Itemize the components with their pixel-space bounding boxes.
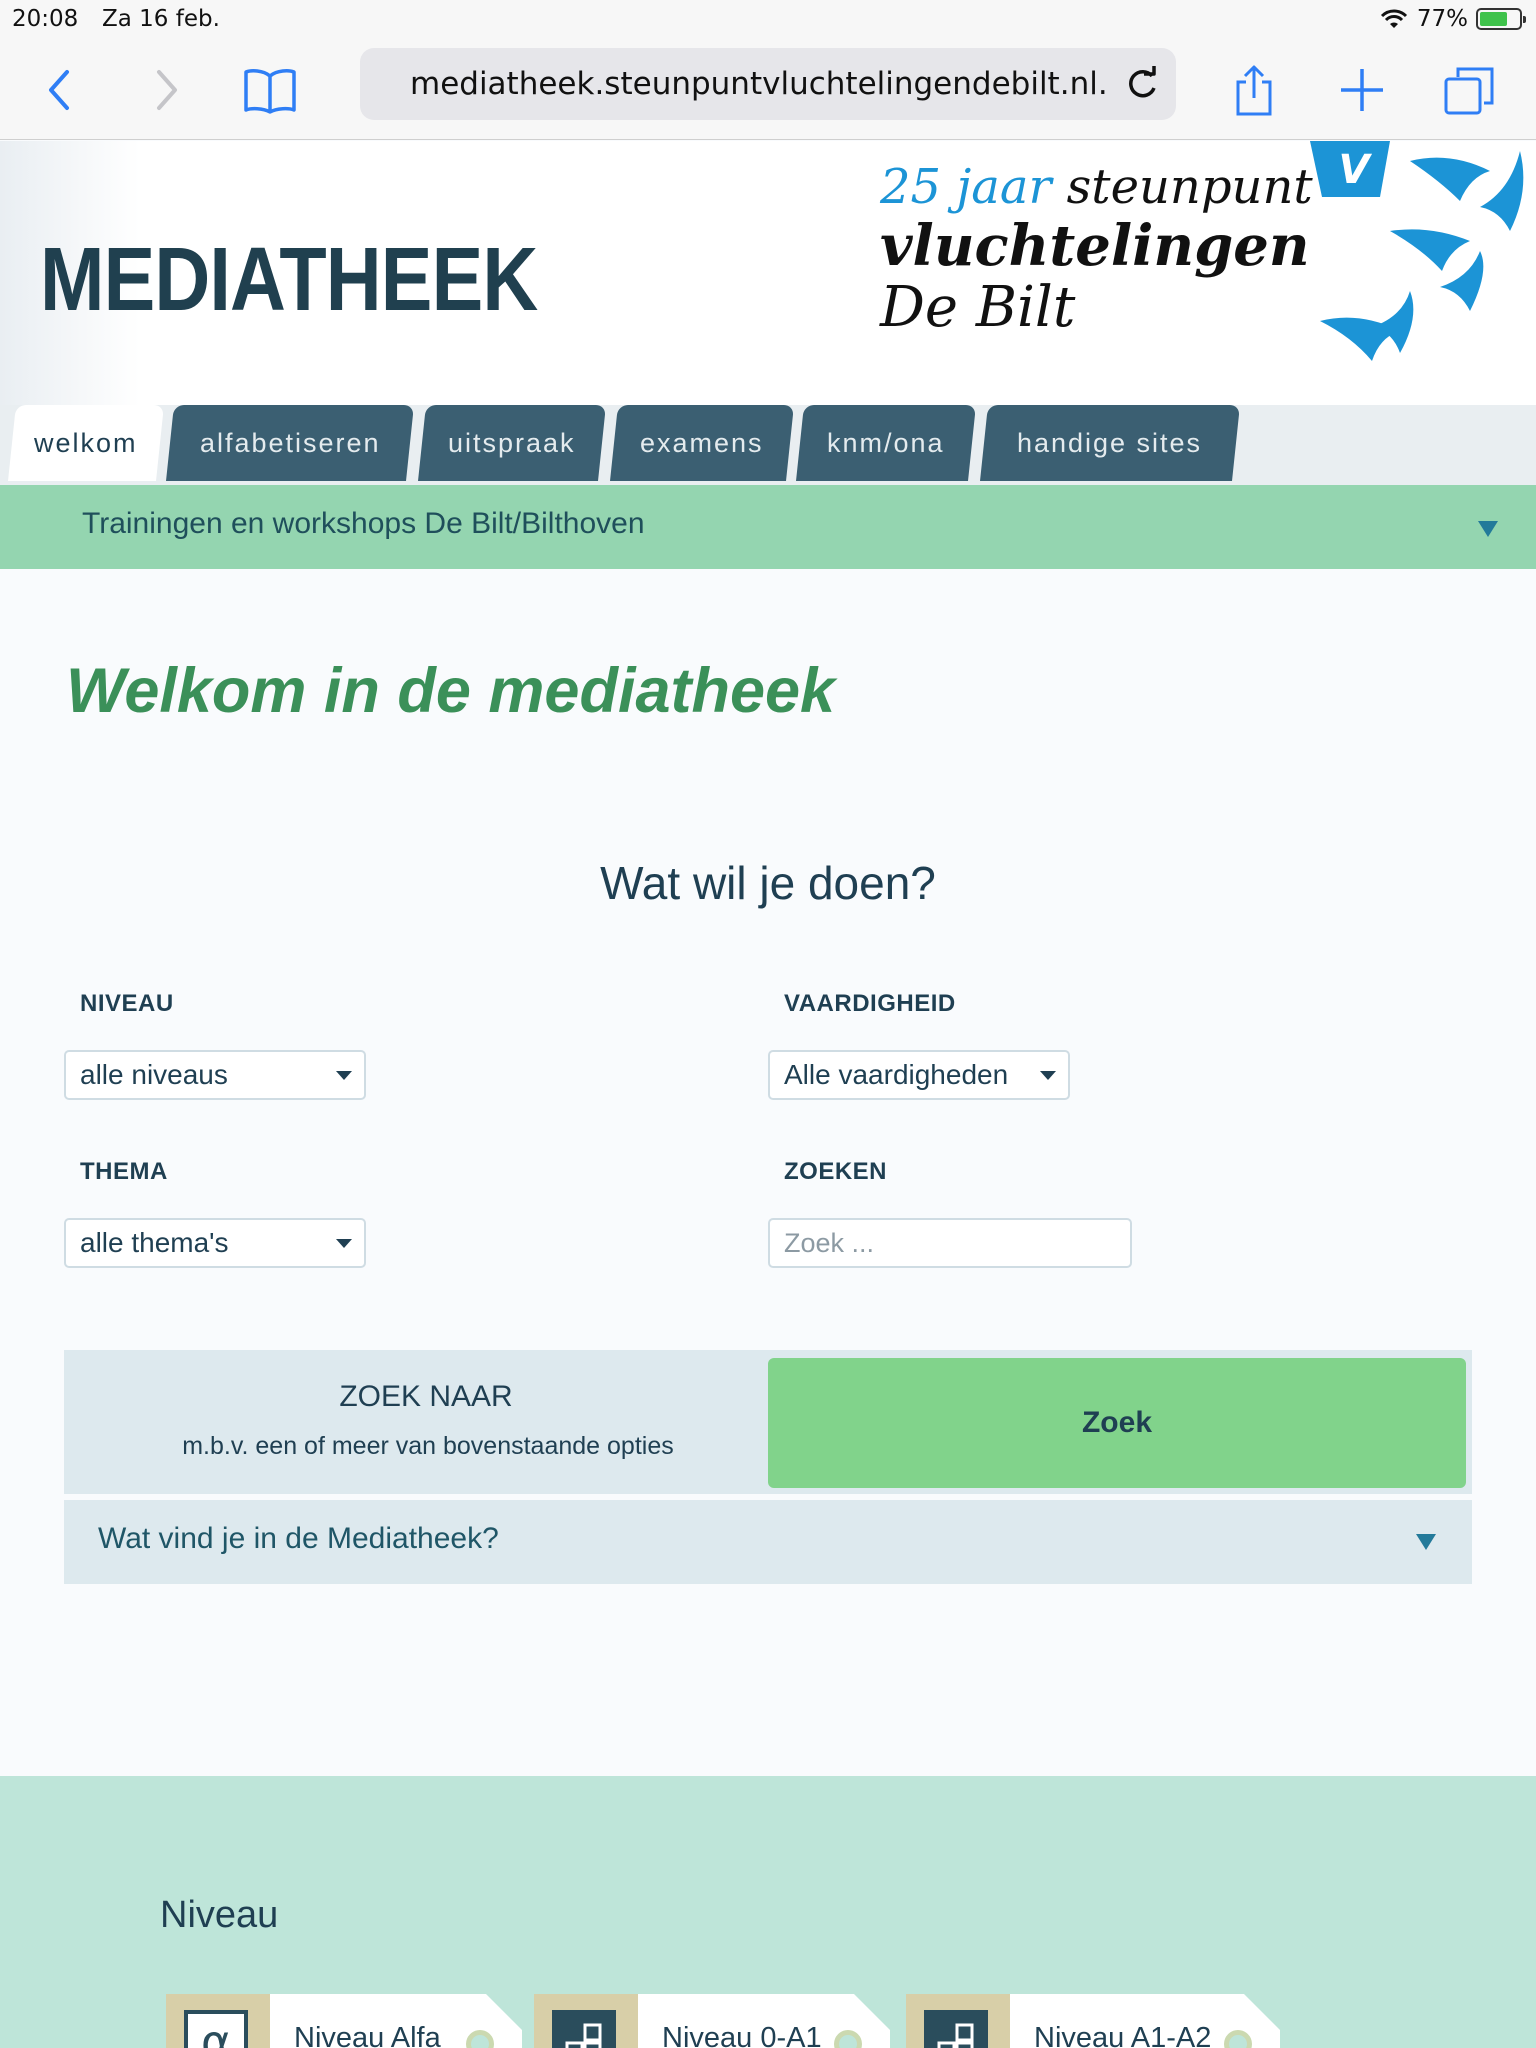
status-bar: 20:08 Za 16 feb. 77% — [0, 0, 1536, 40]
caret-down-icon — [336, 1239, 352, 1248]
niveau-section-title: Niveau — [160, 1894, 279, 1936]
niveau-card-a1-a2[interactable]: Niveau A1-A2 — [906, 1994, 1280, 2048]
vaardigheid-select[interactable]: Alle vaardigheden — [768, 1050, 1070, 1100]
niveau-value: alle niveaus — [80, 1059, 228, 1090]
caret-down-icon — [336, 1071, 352, 1080]
niveau-card-alfa[interactable]: α Niveau Alfa — [166, 1994, 522, 2048]
tab-knm-ona[interactable]: knm/ona — [796, 405, 976, 481]
status-date: Za 16 feb. — [102, 6, 220, 32]
chevron-down-icon[interactable] — [1478, 521, 1498, 537]
niveau-card-0-a1[interactable]: Niveau 0-A1 — [534, 1994, 890, 2048]
vaardigheid-value: Alle vaardigheden — [784, 1059, 1009, 1090]
chevron-down-icon[interactable] — [1416, 1534, 1436, 1550]
search-panel-title: ZOEK NAAR — [339, 1380, 513, 1413]
section-question: Wat wil je doen? — [600, 857, 936, 909]
wifi-icon — [1380, 9, 1407, 28]
status-time: 20:08 — [12, 6, 79, 32]
battery-icon — [1476, 8, 1526, 30]
niveau-select[interactable]: alle niveaus — [64, 1050, 366, 1100]
url-text: mediatheek.steunpuntvluchtelingendebilt.… — [410, 66, 1108, 102]
niveau-label: NIVEAU — [80, 990, 174, 1017]
niveau-section: Niveau α Niveau Alfa Niveau 0-A1 Niveau … — [0, 1776, 1536, 2048]
reload-icon[interactable] — [1122, 64, 1162, 104]
blocks-icon — [552, 2010, 616, 2048]
tab-handige-sites[interactable]: handige sites — [980, 405, 1240, 481]
search-panel: ZOEK NAAR m.b.v. een of meer van bovenst… — [64, 1350, 1472, 1494]
info-accordion-label: Wat vind je in de Mediatheek? — [98, 1522, 499, 1555]
birds-logo-icon: V — [1310, 141, 1524, 361]
site-title[interactable]: MEDIATHEEK — [40, 229, 538, 332]
tab-bar: welkom alfabetiseren uitspraak examens k… — [0, 405, 1536, 485]
tab-uitspraak[interactable]: uitspraak — [418, 405, 606, 481]
niveau-card-label: Niveau 0-A1 — [662, 2022, 822, 2048]
bookmarks-icon[interactable] — [240, 60, 300, 120]
new-tab-icon[interactable] — [1332, 60, 1392, 120]
ring-icon — [1224, 2030, 1252, 2048]
share-icon[interactable] — [1224, 60, 1284, 120]
thema-select[interactable]: alle thema's — [64, 1218, 366, 1268]
banner-text: Trainingen en workshops De Bilt/Bilthove… — [82, 507, 645, 540]
search-input[interactable] — [768, 1218, 1132, 1268]
jubileum-debilt: De Bilt — [880, 275, 1076, 340]
trainingen-banner[interactable]: Trainingen en workshops De Bilt/Bilthove… — [0, 485, 1536, 569]
tab-welkom[interactable]: welkom — [8, 405, 164, 481]
jubileum-steunpunt: steunpunt — [1051, 159, 1313, 215]
ring-icon — [466, 2030, 494, 2048]
logo-letter: V — [1339, 147, 1373, 193]
info-accordion[interactable]: Wat vind je in de Mediatheek? — [64, 1500, 1472, 1584]
tabs-icon[interactable] — [1440, 60, 1500, 120]
vaardigheid-label: VAARDIGHEID — [784, 990, 956, 1017]
niveau-card-label: Niveau A1-A2 — [1034, 2022, 1212, 2048]
forward-icon[interactable] — [136, 60, 196, 120]
jubileum-logo: 25 jaar steunpunt vluchtelingen De Bilt — [880, 159, 1313, 340]
page-title: Welkom in de mediatheek — [66, 656, 836, 726]
search-panel-subtitle: m.b.v. een of meer van bovenstaande opti… — [182, 1432, 674, 1460]
zoek-button[interactable]: Zoek — [768, 1358, 1466, 1488]
battery-percent: 77% — [1416, 6, 1468, 32]
jubileum-vluchtelingen: vluchtelingen — [880, 213, 1310, 279]
niveau-card-label: Niveau Alfa — [294, 2022, 441, 2048]
url-bar[interactable]: mediatheek.steunpuntvluchtelingendebilt.… — [360, 48, 1176, 120]
back-icon[interactable] — [30, 60, 90, 120]
caret-down-icon — [1040, 1071, 1056, 1080]
alpha-icon: α — [184, 2010, 248, 2048]
ring-icon — [834, 2030, 862, 2048]
site-header: MEDIATHEEK 25 jaar steunpunt vluchteling… — [0, 141, 1536, 405]
thema-value: alle thema's — [80, 1227, 229, 1258]
tab-alfabetiseren[interactable]: alfabetiseren — [166, 405, 414, 481]
blocks-icon — [924, 2010, 988, 2048]
zoeken-label: ZOEKEN — [784, 1158, 888, 1185]
tab-examens[interactable]: examens — [610, 405, 794, 481]
thema-label: THEMA — [80, 1158, 168, 1185]
jubileum-years: 25 jaar — [880, 159, 1052, 215]
browser-toolbar: mediatheek.steunpuntvluchtelingendebilt.… — [0, 40, 1536, 140]
